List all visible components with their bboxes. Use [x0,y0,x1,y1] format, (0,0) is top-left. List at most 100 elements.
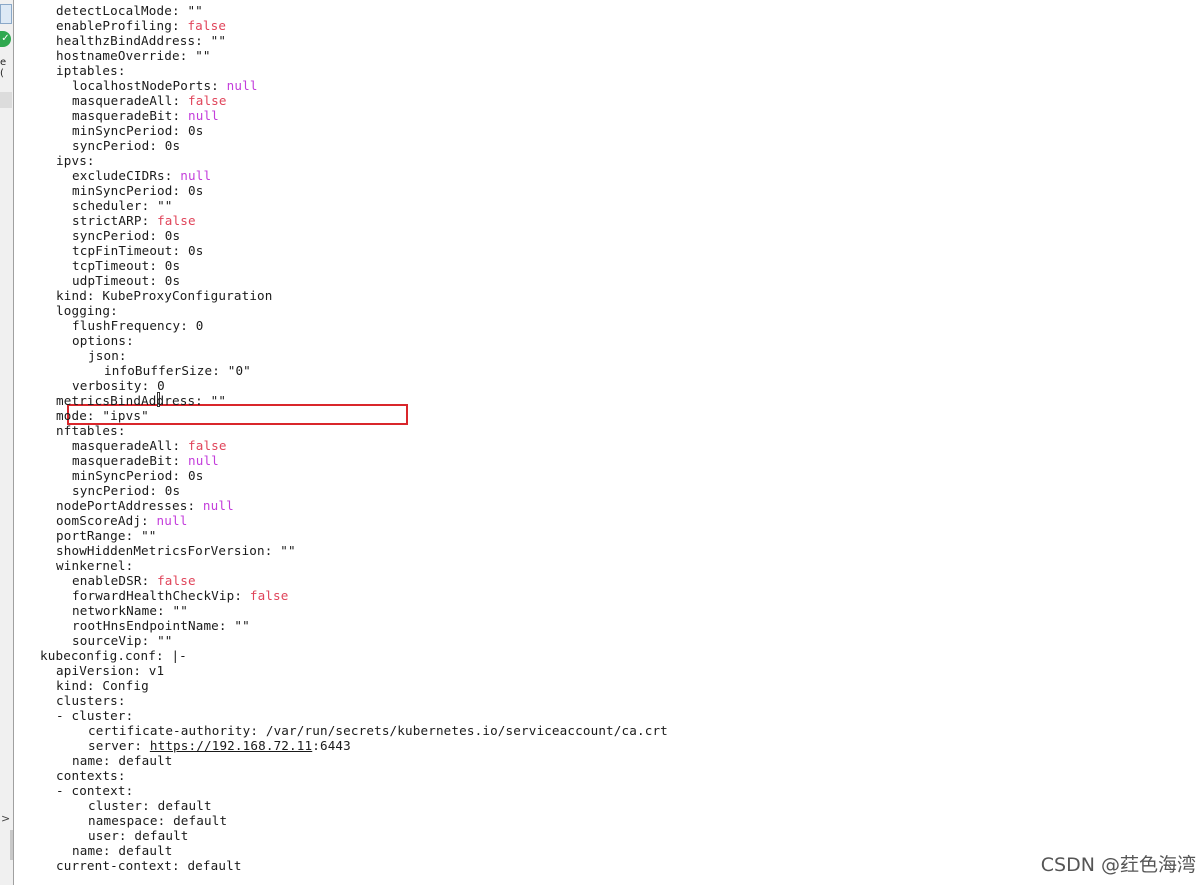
yaml-value: false [187,18,227,33]
yaml-key: user: [88,828,135,843]
yaml-key: clusters: [56,693,126,708]
code-line: current-context: default [56,858,242,873]
yaml-value: 0s [164,483,181,498]
yaml-key: excludeCIDRs: [72,168,181,183]
yaml-key: minSyncPeriod: [72,183,188,198]
yaml-value: 0s [164,138,181,153]
yaml-key: certificate-authority: [88,723,266,738]
yaml-key: verbosity: [72,378,158,393]
yaml-value: "" [141,528,157,543]
code-line: winkernel: [56,558,133,573]
code-line: flushFrequency: 0 [72,318,203,333]
yaml-key: tcpFinTimeout: [72,243,188,258]
yaml-value: null [187,453,219,468]
yaml-value: "" [195,48,211,63]
code-line: enableProfiling: false [56,18,226,33]
code-line: forwardHealthCheckVip: false [72,588,289,603]
yaml-key: cluster: [88,798,158,813]
yaml-value: "" [210,33,227,48]
yaml-key: - context: [56,783,134,798]
yaml-value-suffix: :6443 [312,738,351,753]
yaml-value: default [118,843,173,858]
yaml-value: 0 [195,318,204,333]
yaml-value: null [202,498,234,513]
code-line: syncPeriod: 0s [72,138,180,153]
panel-button[interactable] [0,4,12,24]
yaml-key: ipvs: [56,153,95,168]
code-line: syncPeriod: 0s [72,483,180,498]
code-line: healthzBindAddress: "" [56,33,226,48]
yaml-key: winkernel: [56,558,134,573]
terminal-output[interactable]: detectLocalMode: "" enableProfiling: fals… [20,0,1202,885]
code-line: infoBufferSize: "0" [104,363,251,378]
yaml-value: "" [210,393,227,408]
code-line: options: [72,333,134,348]
selected-row[interactable] [0,92,12,108]
yaml-key: healthzBindAddress: [56,33,211,48]
code-line: nftables: [56,423,126,438]
yaml-value: Config [102,678,149,693]
yaml-key: nodePortAddresses: [56,498,203,513]
yaml-key: logging: [56,303,118,318]
code-line: syncPeriod: 0s [72,228,180,243]
code-line: contexts: [56,768,126,783]
yaml-key: tcpTimeout: [72,258,165,273]
code-line: ipvs: [56,153,95,168]
yaml-key: showHiddenMetricsForVersion: [56,543,281,558]
code-line: json: [88,348,127,363]
divider [13,0,14,885]
yaml-value: null [180,168,212,183]
yaml-key: flushFrequency: [72,318,196,333]
yaml-value: default [157,798,212,813]
code-line: - cluster: [56,708,133,723]
code-line: rootHnsEndpointName: "" [72,618,250,633]
code-line: logging: [56,303,118,318]
yaml-key: masqueradeAll: [72,438,188,453]
yaml-value: "" [157,198,173,213]
checkmark-icon[interactable]: ✓ [0,31,11,47]
yaml-key: options: [72,333,134,348]
code-line: masqueradeBit: null [72,453,219,468]
yaml-key: kind: [56,288,103,303]
yaml-value: false [157,573,196,588]
yaml-value: null [226,78,258,93]
yaml-key: metricsBindAddress: [56,393,211,408]
yaml-value: 0s [187,183,204,198]
code-line: iptables: [56,63,126,78]
yaml-value: false [249,588,289,603]
yaml-key: - cluster: [56,708,134,723]
watermark: CSDN @荭色海湾 [1040,854,1196,876]
yaml-value: 0s [187,123,204,138]
yaml-key: kubeconfig.conf: [40,648,172,663]
yaml-key: portRange: [56,528,142,543]
yaml-value: default [118,753,173,768]
code-line: detectLocalMode: "" [56,3,203,18]
yaml-value: 0s [187,468,204,483]
yaml-key: strictARP: [72,213,158,228]
yaml-value: "" [172,603,188,618]
yaml-value: null [156,513,188,528]
code-line: masqueradeBit: null [72,108,219,123]
yaml-key: name: [72,843,119,858]
yaml-key: oomScoreAdj: [56,513,157,528]
yaml-key: nftables: [56,423,126,438]
code-line: name: default [72,843,173,858]
yaml-key: masqueradeAll: [72,93,188,108]
yaml-value[interactable]: https://192.168.72.11 [150,738,312,753]
code-line: namespace: default [88,813,227,828]
code-line: clusters: [56,693,126,708]
yaml-value: "ipvs" [102,408,149,423]
yaml-key: sourceVip: [72,633,158,648]
yaml-value: default [173,813,228,828]
code-line: kubeconfig.conf: |- [40,648,187,663]
yaml-value: "0" [227,363,251,378]
clipped-label: e ( [0,57,7,79]
yaml-key: detectLocalMode: [56,3,188,18]
code-line: sourceVip: "" [72,633,173,648]
yaml-key: syncPeriod: [72,483,165,498]
yaml-value: "" [280,543,296,558]
yaml-key: udpTimeout: [72,273,165,288]
yaml-key: enableDSR: [72,573,158,588]
yaml-key: minSyncPeriod: [72,123,188,138]
chevron-right-icon[interactable]: > [1,812,10,825]
